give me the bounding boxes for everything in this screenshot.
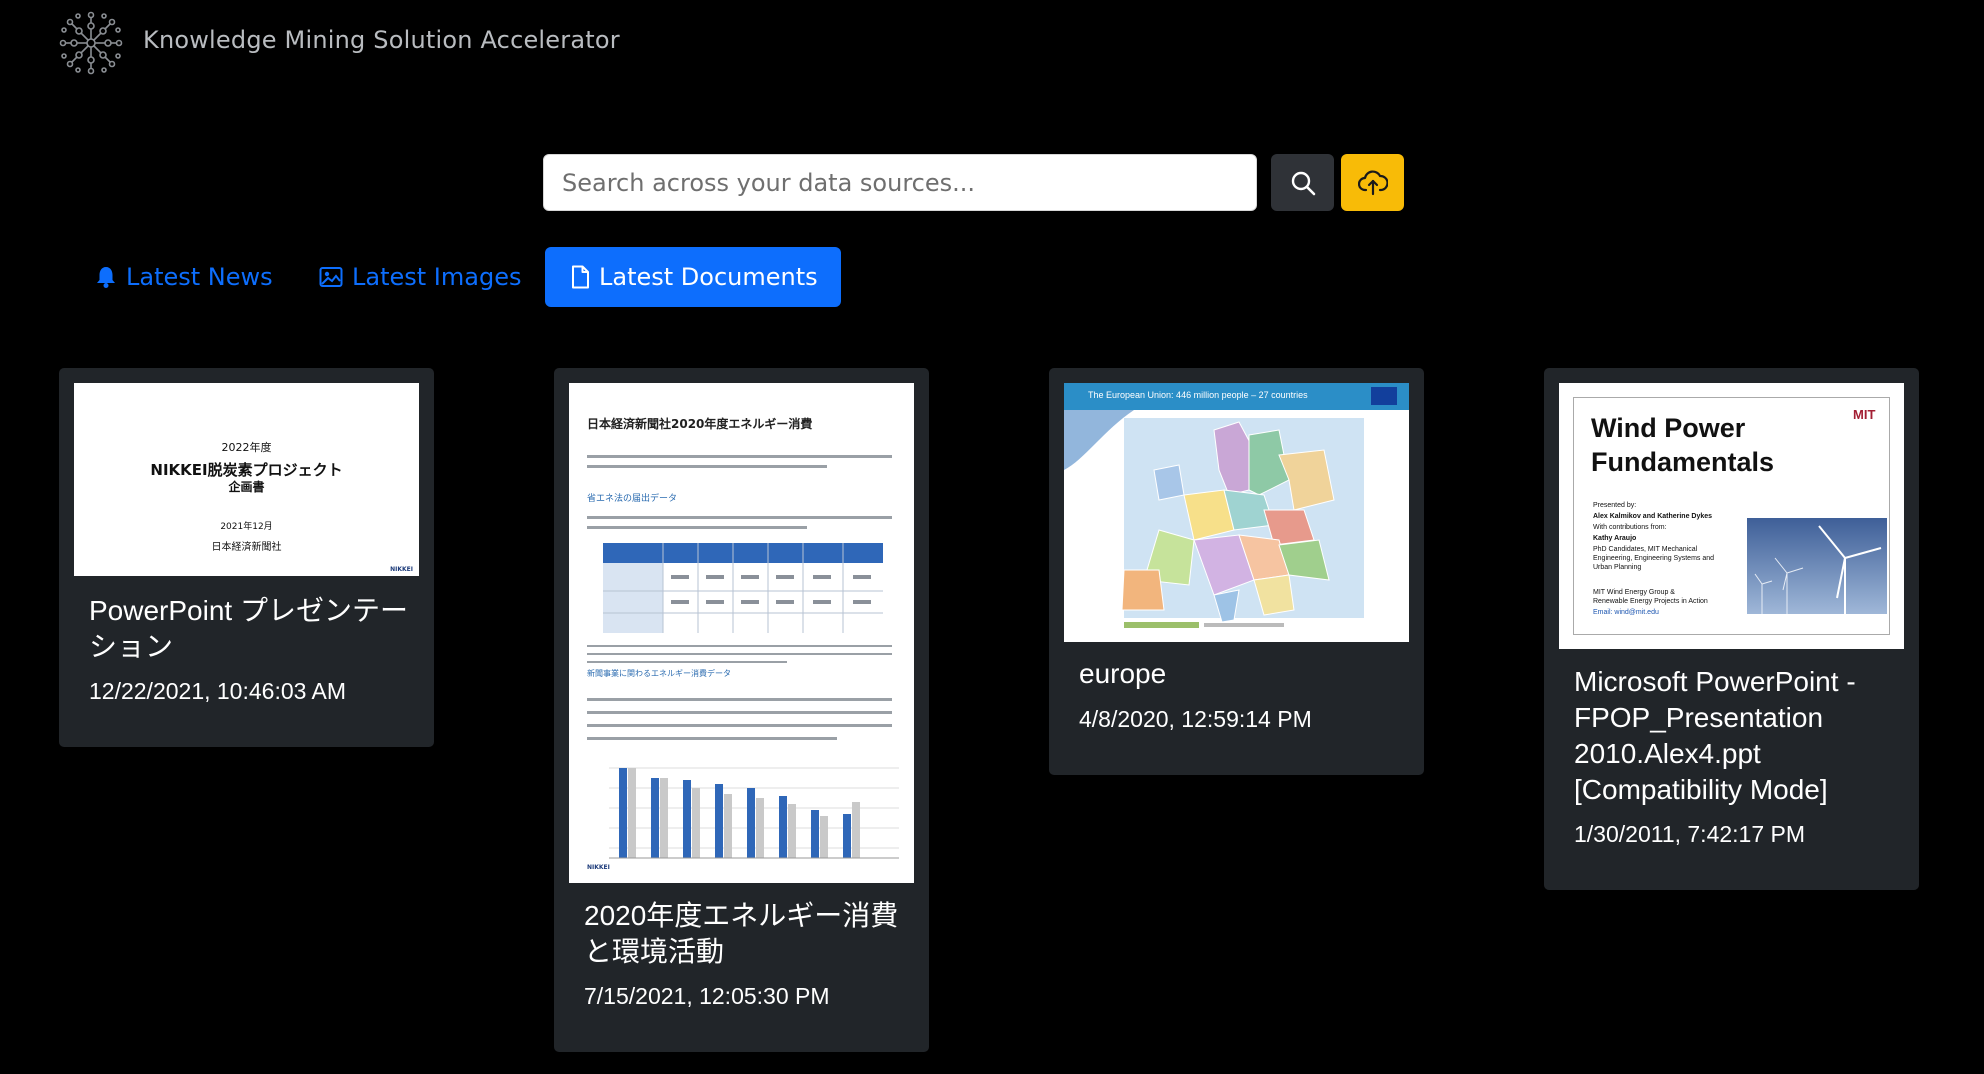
thumb-subheading: 省エネ法の届出データ bbox=[587, 494, 678, 504]
thumb-subheading: 新聞事業に関わるエネルギー消費データ bbox=[587, 669, 731, 678]
thumb-text: MIT Wind Energy Group & bbox=[1593, 589, 1675, 596]
document-title: Microsoft PowerPoint - FPOP_Presentation… bbox=[1574, 666, 1856, 805]
thumb-kind: 企画書 bbox=[228, 480, 265, 494]
network-nodes-icon bbox=[59, 11, 123, 75]
nikkei-logo: NIKKEI bbox=[587, 864, 610, 871]
thumb-date: 2021年12月 bbox=[220, 522, 273, 532]
document-date: 12/22/2021, 10:46:03 AM bbox=[89, 678, 347, 704]
document-title: europe bbox=[1079, 658, 1167, 689]
document-thumbnail: 日本経済新聞社2020年度エネルギー消費 省エネ法の届出データ 新聞事業に関わる… bbox=[569, 383, 914, 883]
thumb-heading: Wind Power Fundamentals bbox=[1591, 413, 1775, 477]
brand[interactable] bbox=[58, 10, 124, 76]
document-date: 1/30/2011, 7:42:17 PM bbox=[1574, 821, 1806, 847]
document-icon bbox=[572, 265, 589, 289]
thumb-year: 2022年度 bbox=[221, 441, 272, 454]
document-thumbnail: Wind Power Fundamentals MIT Presented by… bbox=[1559, 383, 1904, 649]
document-card[interactable]: 日本経済新聞社2020年度エネルギー消費 省エネ法の届出データ 新聞事業に関わる… bbox=[554, 368, 929, 1052]
europe-map-image bbox=[1064, 410, 1364, 628]
thumb-banner-text: The European Union: 446 million people –… bbox=[1088, 390, 1308, 400]
mit-logo: MIT bbox=[1853, 407, 1876, 422]
document-thumbnail: 2022年度 NIKKEI脱炭素プロジェクト 企画書 2021年12月 日本経済… bbox=[74, 383, 419, 576]
app-title: Knowledge Mining Solution Accelerator bbox=[143, 26, 620, 54]
wind-turbine-image bbox=[1747, 518, 1887, 614]
thumb-company: 日本経済新聞社 bbox=[211, 542, 282, 553]
search-input[interactable] bbox=[543, 154, 1257, 211]
thumb-text: Email: wind@mit.edu bbox=[1593, 609, 1659, 616]
thumb-project: NIKKEI脱炭素プロジェクト bbox=[150, 461, 343, 479]
app-root: Knowledge Mining Solution Accelerator La… bbox=[0, 0, 1984, 1074]
bell-icon bbox=[97, 267, 115, 288]
document-thumbnail: The European Union: 446 million people –… bbox=[1064, 383, 1409, 642]
document-date: 7/15/2021, 12:05:30 PM bbox=[584, 983, 830, 1009]
image-icon bbox=[319, 267, 343, 287]
thumb-text: Engineering, Engineering Systems and bbox=[1593, 555, 1715, 562]
thumb-text: Kathy Araujo bbox=[1593, 535, 1637, 542]
thumb-bar-chart bbox=[609, 767, 899, 859]
tab-label: Latest News bbox=[126, 263, 273, 291]
search-button[interactable] bbox=[1271, 154, 1334, 211]
document-title: 2020年度エネルギー消費と環境活動 bbox=[584, 900, 899, 967]
tab-latest-images[interactable]: Latest Images bbox=[319, 247, 521, 307]
thumb-heading: 日本経済新聞社2020年度エネルギー消費 bbox=[587, 417, 813, 431]
document-date: 4/8/2020, 12:59:14 PM bbox=[1079, 706, 1312, 732]
thumb-banner: The European Union: 446 million people –… bbox=[1064, 383, 1409, 410]
thumb-text: With contributions from: bbox=[1593, 524, 1667, 531]
thumb-table bbox=[603, 543, 883, 633]
document-card[interactable]: Wind Power Fundamentals MIT Presented by… bbox=[1544, 368, 1919, 890]
thumb-text: Renewable Energy Projects in Action bbox=[1593, 598, 1708, 605]
thumb-text: Alex Kalmikov and Katherine Dykes bbox=[1593, 513, 1713, 520]
tab-label: Latest Documents bbox=[599, 263, 818, 291]
thumb-text: Presented by: bbox=[1593, 502, 1637, 509]
tab-latest-news[interactable]: Latest News bbox=[95, 247, 273, 307]
nikkei-logo: NIKKEI bbox=[390, 566, 413, 573]
thumb-text: PhD Candidates, MIT Mechanical bbox=[1593, 546, 1698, 553]
document-card[interactable]: 2022年度 NIKKEI脱炭素プロジェクト 企画書 2021年12月 日本経済… bbox=[59, 368, 434, 747]
cloud-upload-icon bbox=[1357, 169, 1388, 195]
eu-flag-icon bbox=[1371, 387, 1397, 405]
upload-button[interactable] bbox=[1341, 154, 1404, 211]
tab-label: Latest Images bbox=[352, 263, 522, 291]
search-icon bbox=[1291, 171, 1315, 195]
thumb-text: Urban Planning bbox=[1593, 564, 1642, 571]
tab-latest-documents[interactable]: Latest Documents bbox=[545, 247, 841, 307]
document-title: PowerPoint プレゼンテーション bbox=[89, 595, 408, 662]
document-card[interactable]: The European Union: 446 million people –… bbox=[1049, 368, 1424, 775]
